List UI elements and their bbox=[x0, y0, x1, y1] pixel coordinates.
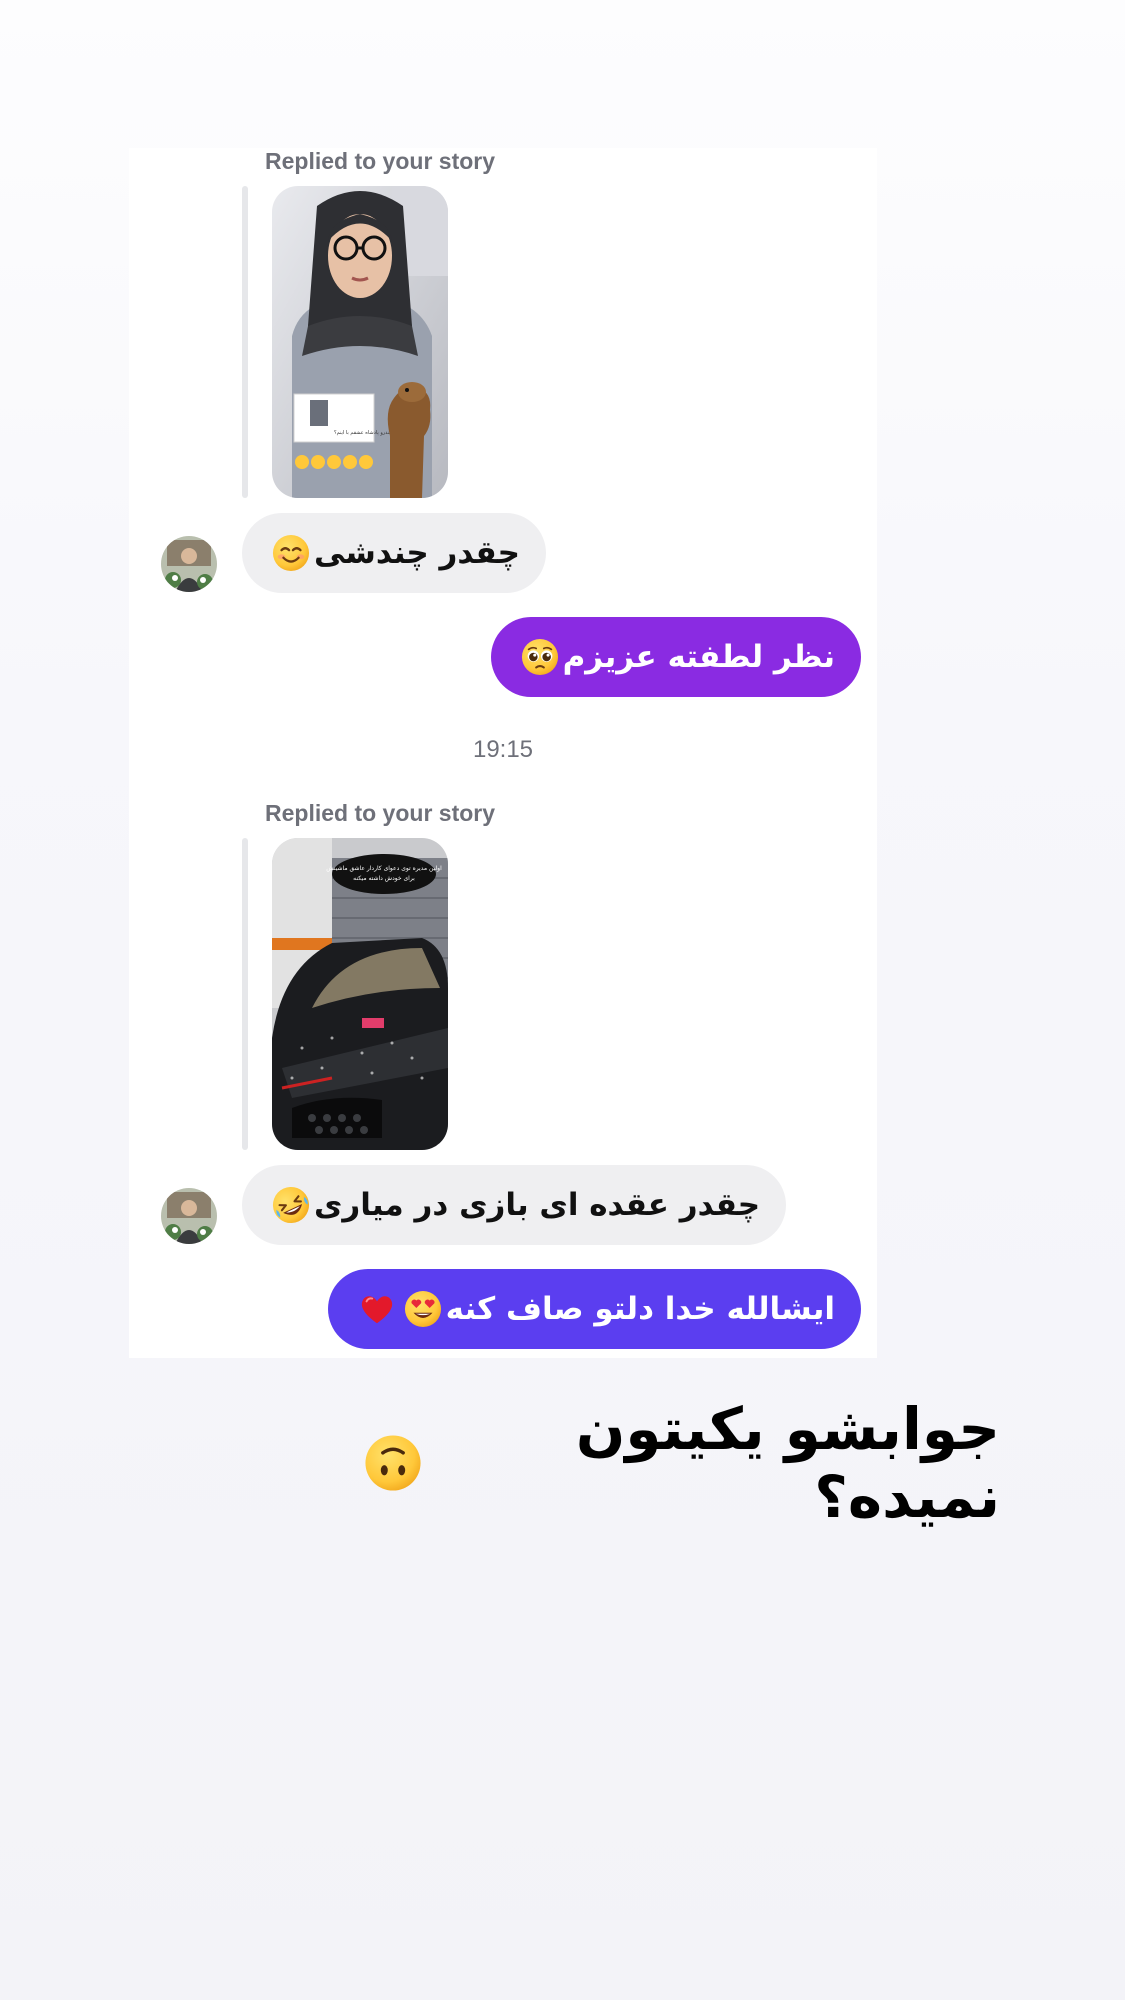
quote-bar bbox=[242, 838, 248, 1150]
message-text: ایشالله خدا دلتو صاف کنه bbox=[445, 1291, 835, 1327]
contact-avatar[interactable] bbox=[161, 536, 217, 592]
chat-thread: Replied to your story خیلی تندرو پادشاه … bbox=[129, 148, 877, 1358]
contact-avatar[interactable] bbox=[161, 1188, 217, 1244]
post-caption: جوابشو یکیتون نمیده؟ bbox=[360, 1395, 1000, 1531]
story-overlay-caption-line2: برای خودش داشته میکنه bbox=[353, 875, 415, 882]
story-thumbnail-1[interactable]: خیلی تندرو پادشاه عشقم با اینم؟ bbox=[272, 186, 448, 498]
message-text: چقدر عقده ای بازی در میاری bbox=[314, 1187, 761, 1223]
message-text: نظر لطفته عزیزم bbox=[562, 639, 835, 675]
caption-text: جوابشو یکیتون نمیده؟ bbox=[575, 1395, 1000, 1531]
rolling-laughing-face-icon bbox=[272, 1186, 310, 1224]
quote-bar bbox=[242, 186, 248, 498]
outgoing-message-1[interactable]: نظر لطفته عزیزم bbox=[490, 617, 861, 697]
outgoing-message-2[interactable]: ایشالله خدا دلتو صاف کنه bbox=[327, 1269, 861, 1349]
smiling-face-icon bbox=[272, 534, 310, 572]
story-image-woman-camel: خیلی تندرو پادشاه عشقم با اینم؟ bbox=[272, 186, 448, 498]
upside-down-face-icon bbox=[364, 1434, 422, 1492]
heart-eyes-face-icon bbox=[404, 1290, 442, 1328]
story-image-car: اولین مدیره توی دعوای کاردار عاشق ماشینش… bbox=[272, 838, 448, 1150]
story-overlay-emojis bbox=[295, 455, 373, 469]
story-overlay-caption-line1: اولین مدیره توی دعوای کاردار عاشق ماشینش bbox=[326, 865, 442, 872]
story-reply-label: Replied to your story bbox=[265, 148, 496, 174]
incoming-message-2[interactable]: چقدر عقده ای بازی در میاری bbox=[242, 1165, 787, 1245]
pleading-face-icon bbox=[521, 638, 559, 676]
incoming-message-1[interactable]: چقدر چندشی bbox=[242, 513, 546, 593]
red-heart-icon bbox=[358, 1290, 396, 1328]
story-thumbnail-2[interactable]: اولین مدیره توی دعوای کاردار عاشق ماشینش… bbox=[272, 838, 448, 1150]
message-timestamp: 19:15 bbox=[472, 736, 534, 763]
message-text: چقدر چندشی bbox=[314, 535, 520, 571]
story-reply-label: Replied to your story bbox=[265, 800, 496, 826]
